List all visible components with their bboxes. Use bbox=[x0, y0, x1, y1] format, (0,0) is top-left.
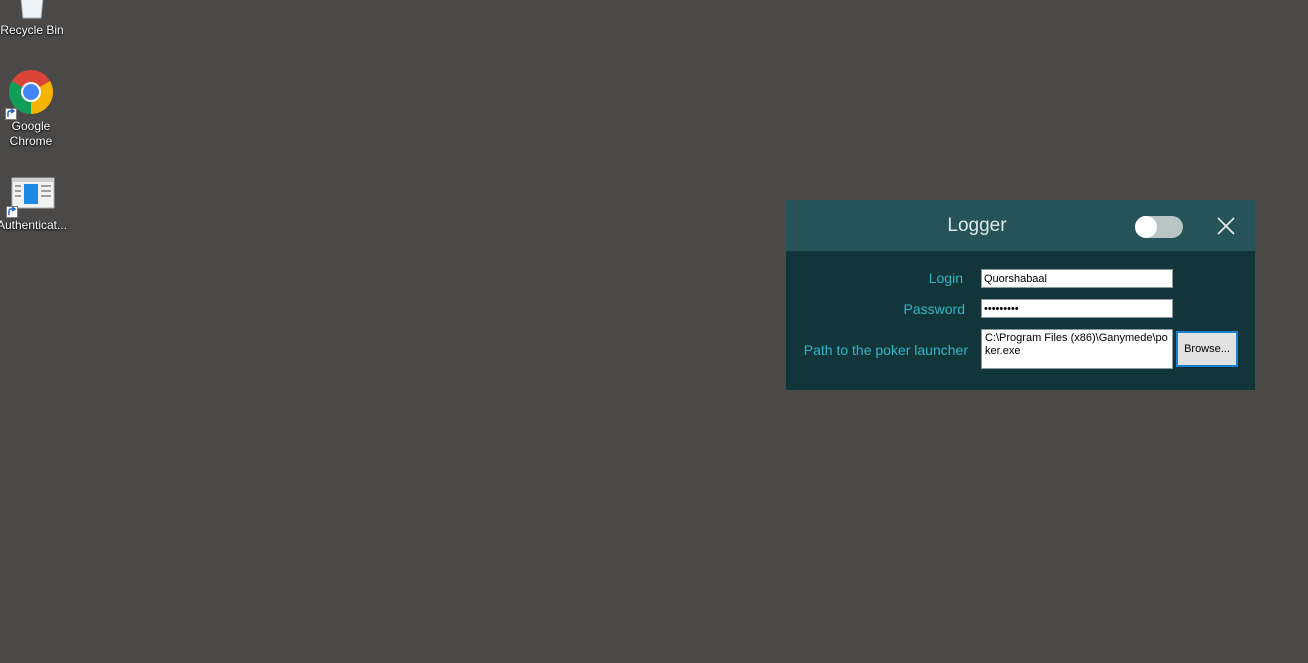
recycle-bin-icon bbox=[8, 0, 56, 22]
desktop-icon-authenticator[interactable]: Authenticat... bbox=[0, 176, 70, 233]
desktop-icon-label: Google Chrome bbox=[9, 119, 53, 148]
window-title: Logger bbox=[947, 215, 1007, 236]
desktop: Recycle Bin Google Chrome Authenticat...… bbox=[0, 0, 1308, 663]
logger-window: Logger Login Password Path to the poker … bbox=[786, 200, 1255, 390]
desktop-icon-recycle-bin[interactable]: Recycle Bin bbox=[0, 0, 70, 38]
path-label: Path to the poker launcher bbox=[803, 342, 968, 358]
password-input[interactable] bbox=[981, 299, 1173, 318]
toggle-switch[interactable] bbox=[1135, 216, 1183, 238]
close-icon bbox=[1217, 217, 1235, 235]
authenticator-app-icon bbox=[6, 176, 56, 224]
shortcut-arrow-icon bbox=[5, 108, 17, 120]
toggle-knob bbox=[1135, 216, 1157, 238]
logger-title-bar[interactable]: Logger bbox=[786, 200, 1255, 251]
login-input[interactable] bbox=[981, 269, 1173, 288]
launcher-path-field[interactable]: C:\Program Files (x86)\Ganymede\poker.ex… bbox=[981, 329, 1173, 369]
chrome-icon bbox=[5, 68, 55, 120]
close-button[interactable] bbox=[1214, 214, 1238, 238]
password-label: Password bbox=[903, 301, 965, 317]
login-label: Login bbox=[928, 270, 963, 286]
shortcut-arrow-icon bbox=[6, 206, 18, 218]
browse-button[interactable]: Browse... bbox=[1176, 331, 1238, 367]
desktop-icon-label: Recycle Bin bbox=[0, 23, 64, 37]
desktop-icon-google-chrome[interactable]: Google Chrome bbox=[0, 68, 69, 149]
